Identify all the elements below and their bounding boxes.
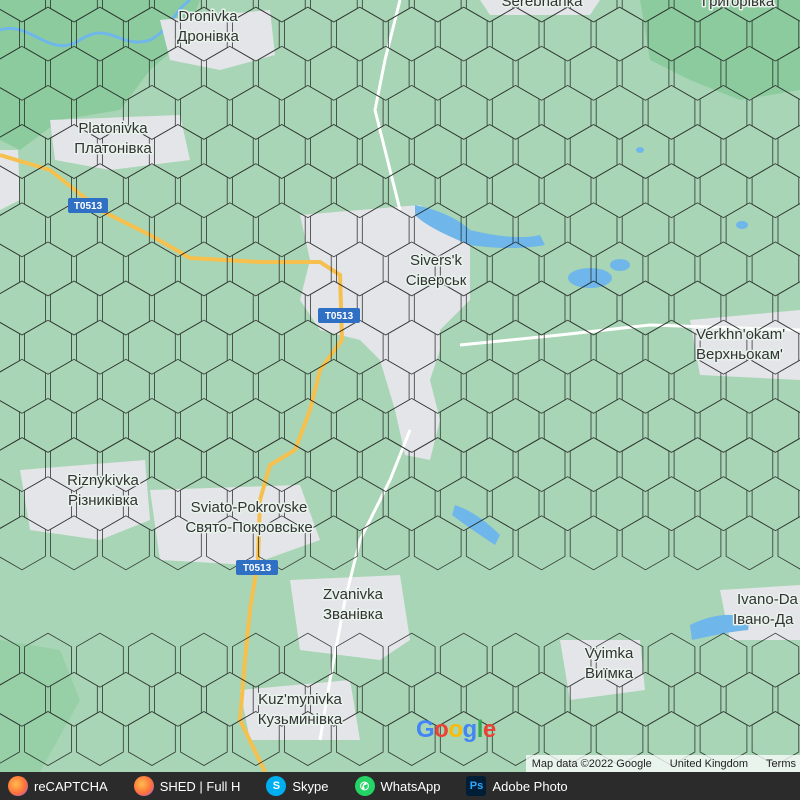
skype-icon: S — [266, 776, 287, 796]
place-label-hryhorivka: Григорівка — [702, 0, 775, 10]
taskbar-item-label: WhatsApp — [380, 778, 441, 794]
taskbar-item-recaptcha[interactable]: reCAPTCHA — [0, 772, 116, 800]
firefox-icon — [8, 776, 28, 796]
taskbar-item-label: Skype — [292, 778, 329, 794]
map-canvas[interactable]: T0513 T0513 T0513 Dronivka Дронівка Sereb… — [0, 0, 800, 772]
taskbar-item-shed[interactable]: SHED | Full H — [126, 772, 249, 800]
map-attribution: Map data ©2022 Google United Kingdom Ter… — [525, 755, 800, 773]
google-logo: Google — [416, 716, 496, 744]
road-label-t0513-2: T0513 — [318, 308, 360, 323]
svg-text:T0513: T0513 — [74, 201, 103, 212]
taskbar-item-photoshop[interactable]: Ps Adobe Photo — [458, 772, 575, 800]
terms-link[interactable]: Terms — [766, 758, 796, 770]
region-link[interactable]: United Kingdom — [670, 758, 748, 770]
taskbar-item-whatsapp[interactable]: ✆ WhatsApp — [347, 772, 449, 800]
taskbar: reCAPTCHA SHED | Full H S Skype ✆ WhatsA… — [0, 772, 800, 800]
google-logo-text: Google — [416, 716, 496, 743]
map-data-credit: Map data ©2022 Google — [531, 758, 652, 770]
svg-text:T0513: T0513 — [243, 563, 272, 574]
svg-text:T0513: T0513 — [325, 311, 354, 322]
taskbar-item-label: Adobe Photo — [492, 778, 568, 794]
taskbar-item-skype[interactable]: S Skype — [258, 772, 336, 800]
firefox-icon — [133, 776, 154, 796]
road-label-t0513-1: T0513 — [68, 198, 108, 213]
whatsapp-icon: ✆ — [354, 776, 375, 796]
taskbar-item-label: SHED | Full H — [159, 778, 241, 794]
road-label-t0513-3: T0513 — [236, 560, 278, 575]
photoshop-icon: Ps — [466, 776, 487, 796]
taskbar-item-label: reCAPTCHA — [34, 778, 108, 794]
place-label-serebrianka: Serebrianka — [502, 0, 584, 10]
